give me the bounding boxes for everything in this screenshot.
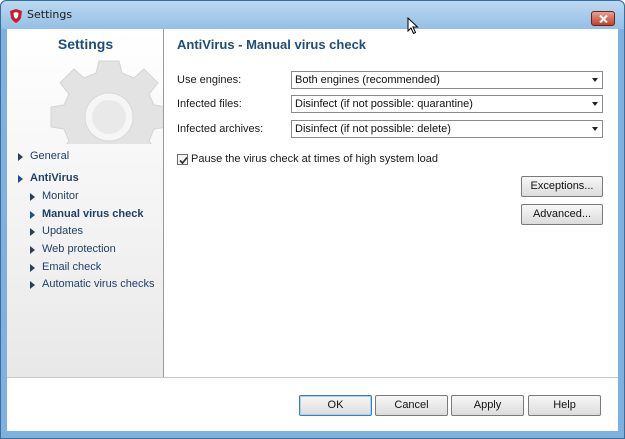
- sidebar: Settings General AntiVirus Monitor Manua…: [7, 29, 164, 377]
- close-button[interactable]: [591, 11, 615, 26]
- page-title: AntiVirus - Manual virus check: [177, 37, 367, 52]
- ok-button[interactable]: OK: [299, 395, 372, 416]
- settings-window: Settings Settings General AntiVirus Moni…: [0, 0, 625, 439]
- title-bar[interactable]: Settings: [1, 1, 624, 29]
- window-title: Settings: [27, 8, 73, 21]
- shield-icon: [10, 9, 22, 23]
- pause-virus-check-label[interactable]: Pause the virus check at times of high s…: [191, 153, 438, 165]
- chevron-right-icon: [18, 153, 23, 161]
- infected-archives-select[interactable]: Disinfect (if not possible: delete): [291, 120, 603, 138]
- infected-archives-label: Infected archives:: [177, 123, 264, 135]
- chevron-right-icon: [18, 175, 23, 183]
- infected-files-label: Infected files:: [177, 98, 242, 110]
- dropdown-arrow-icon: [592, 127, 598, 131]
- use-engines-select[interactable]: Both engines (recommended): [291, 71, 603, 89]
- help-button[interactable]: Help: [528, 395, 601, 416]
- gear-icon: [50, 60, 163, 144]
- mouse-pointer-icon: [407, 17, 419, 35]
- chevron-right-icon: [30, 264, 35, 272]
- chevron-right-icon: [30, 193, 35, 201]
- chevron-right-icon: [30, 246, 35, 254]
- pause-virus-check-checkbox[interactable]: [177, 154, 188, 165]
- chevron-right-icon: [30, 211, 35, 219]
- close-icon: [599, 15, 608, 23]
- advanced-button[interactable]: Advanced...: [521, 204, 603, 225]
- settings-content: AntiVirus - Manual virus check Use engin…: [165, 29, 618, 377]
- chevron-right-icon: [30, 281, 35, 289]
- use-engines-label: Use engines:: [177, 74, 242, 86]
- dropdown-arrow-icon: [592, 78, 598, 82]
- dialog-client-area: Settings General AntiVirus Monitor Manua…: [7, 29, 618, 431]
- dropdown-arrow-icon: [592, 102, 598, 106]
- cancel-button[interactable]: Cancel: [375, 395, 448, 416]
- chevron-right-icon: [30, 228, 35, 236]
- apply-button[interactable]: Apply: [451, 395, 524, 416]
- dialog-footer: OK Cancel Apply Help: [7, 377, 618, 431]
- infected-files-select[interactable]: Disinfect (if not possible: quarantine): [291, 95, 603, 113]
- exceptions-button[interactable]: Exceptions...: [521, 176, 603, 197]
- check-icon: [179, 156, 188, 165]
